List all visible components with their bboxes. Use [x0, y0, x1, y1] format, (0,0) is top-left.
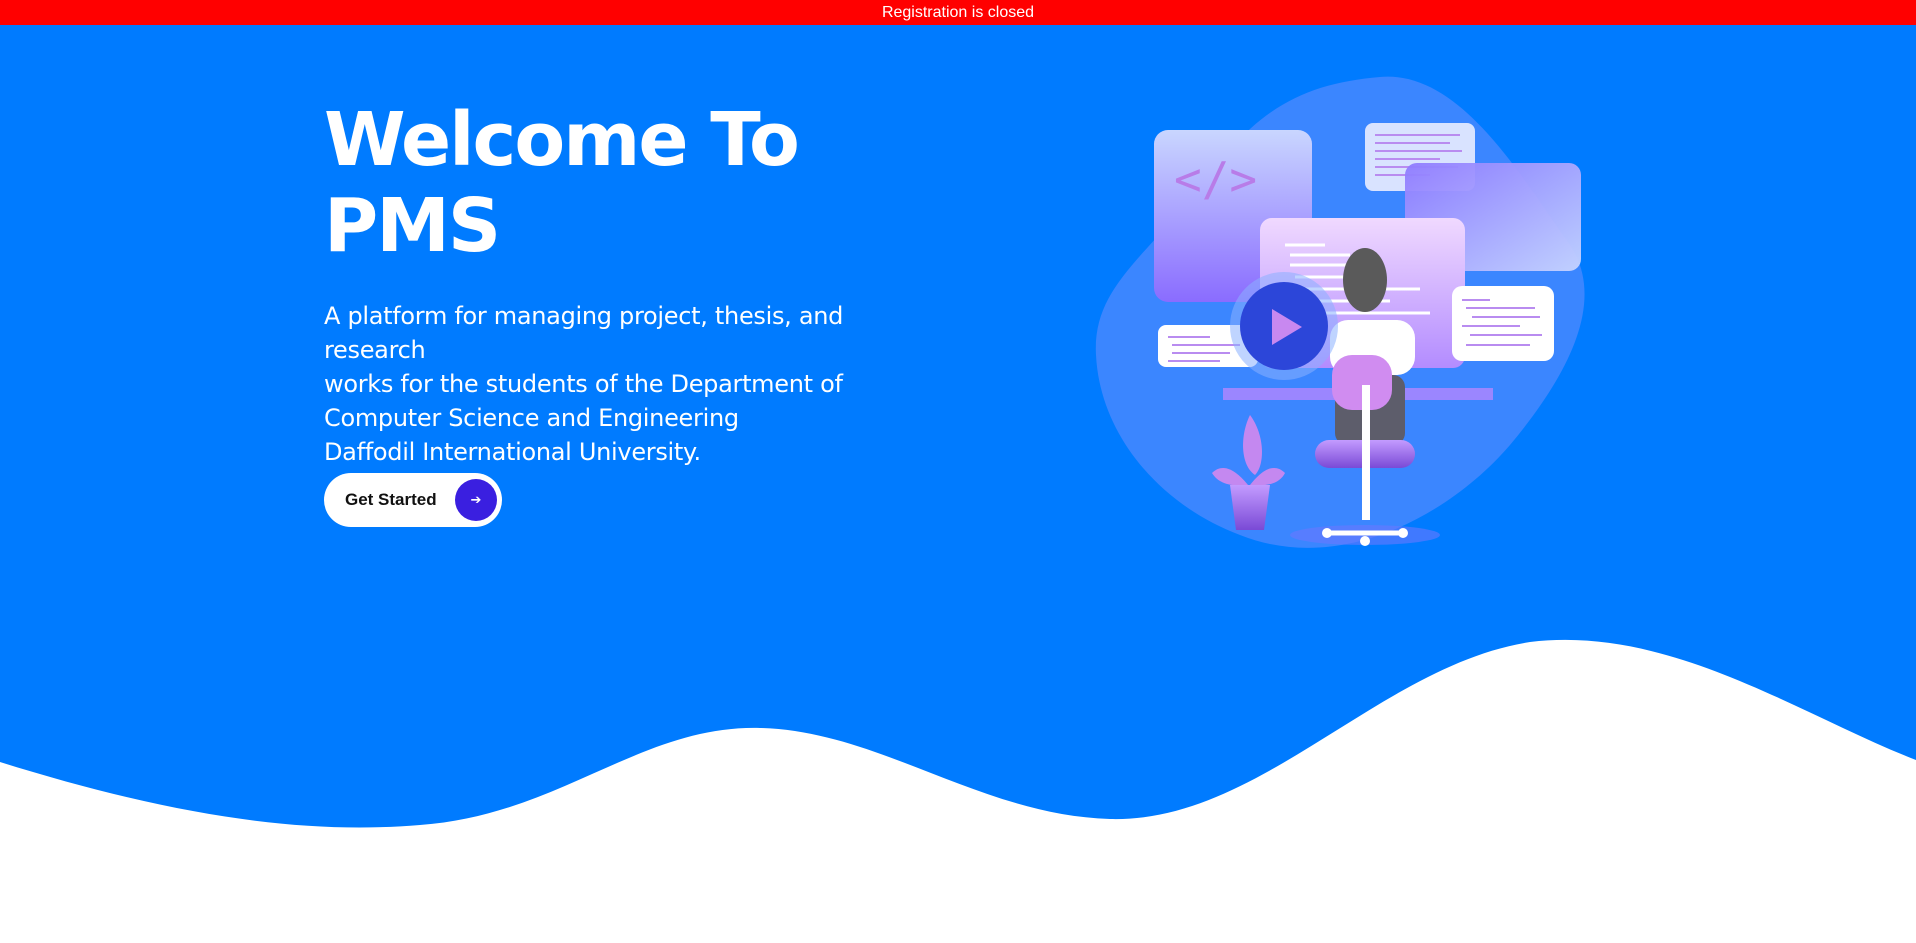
hero-title-line-1: Welcome To	[324, 97, 800, 183]
hero-description-line: works for the students of the Department…	[324, 370, 843, 398]
registration-closed-banner: Registration is closed	[0, 0, 1916, 25]
hero-description-line: Computer Science and Engineering	[324, 404, 739, 432]
hero-description-line: Daffodil International University.	[324, 438, 701, 466]
get-started-label: Get Started	[345, 490, 437, 509]
hero-description: A platform for managing project, thesis,…	[324, 299, 944, 469]
get-started-button[interactable]: Get Started ➔	[324, 473, 502, 527]
code-glyph: </>	[1174, 152, 1257, 206]
hero-section: Welcome To PMS A platform for managing p…	[0, 25, 1916, 943]
developer-illustration: </>	[1095, 76, 1585, 548]
banner-text: Registration is closed	[881, 4, 1035, 21]
hero-description-line: A platform for managing project, thesis,…	[324, 302, 844, 364]
hero-title-line-2: PMS	[324, 183, 501, 269]
hero-text-block: Welcome To PMS A platform for managing p…	[324, 97, 964, 469]
hero-title: Welcome To PMS	[324, 97, 844, 269]
arrow-right-icon: ➔	[455, 479, 497, 521]
